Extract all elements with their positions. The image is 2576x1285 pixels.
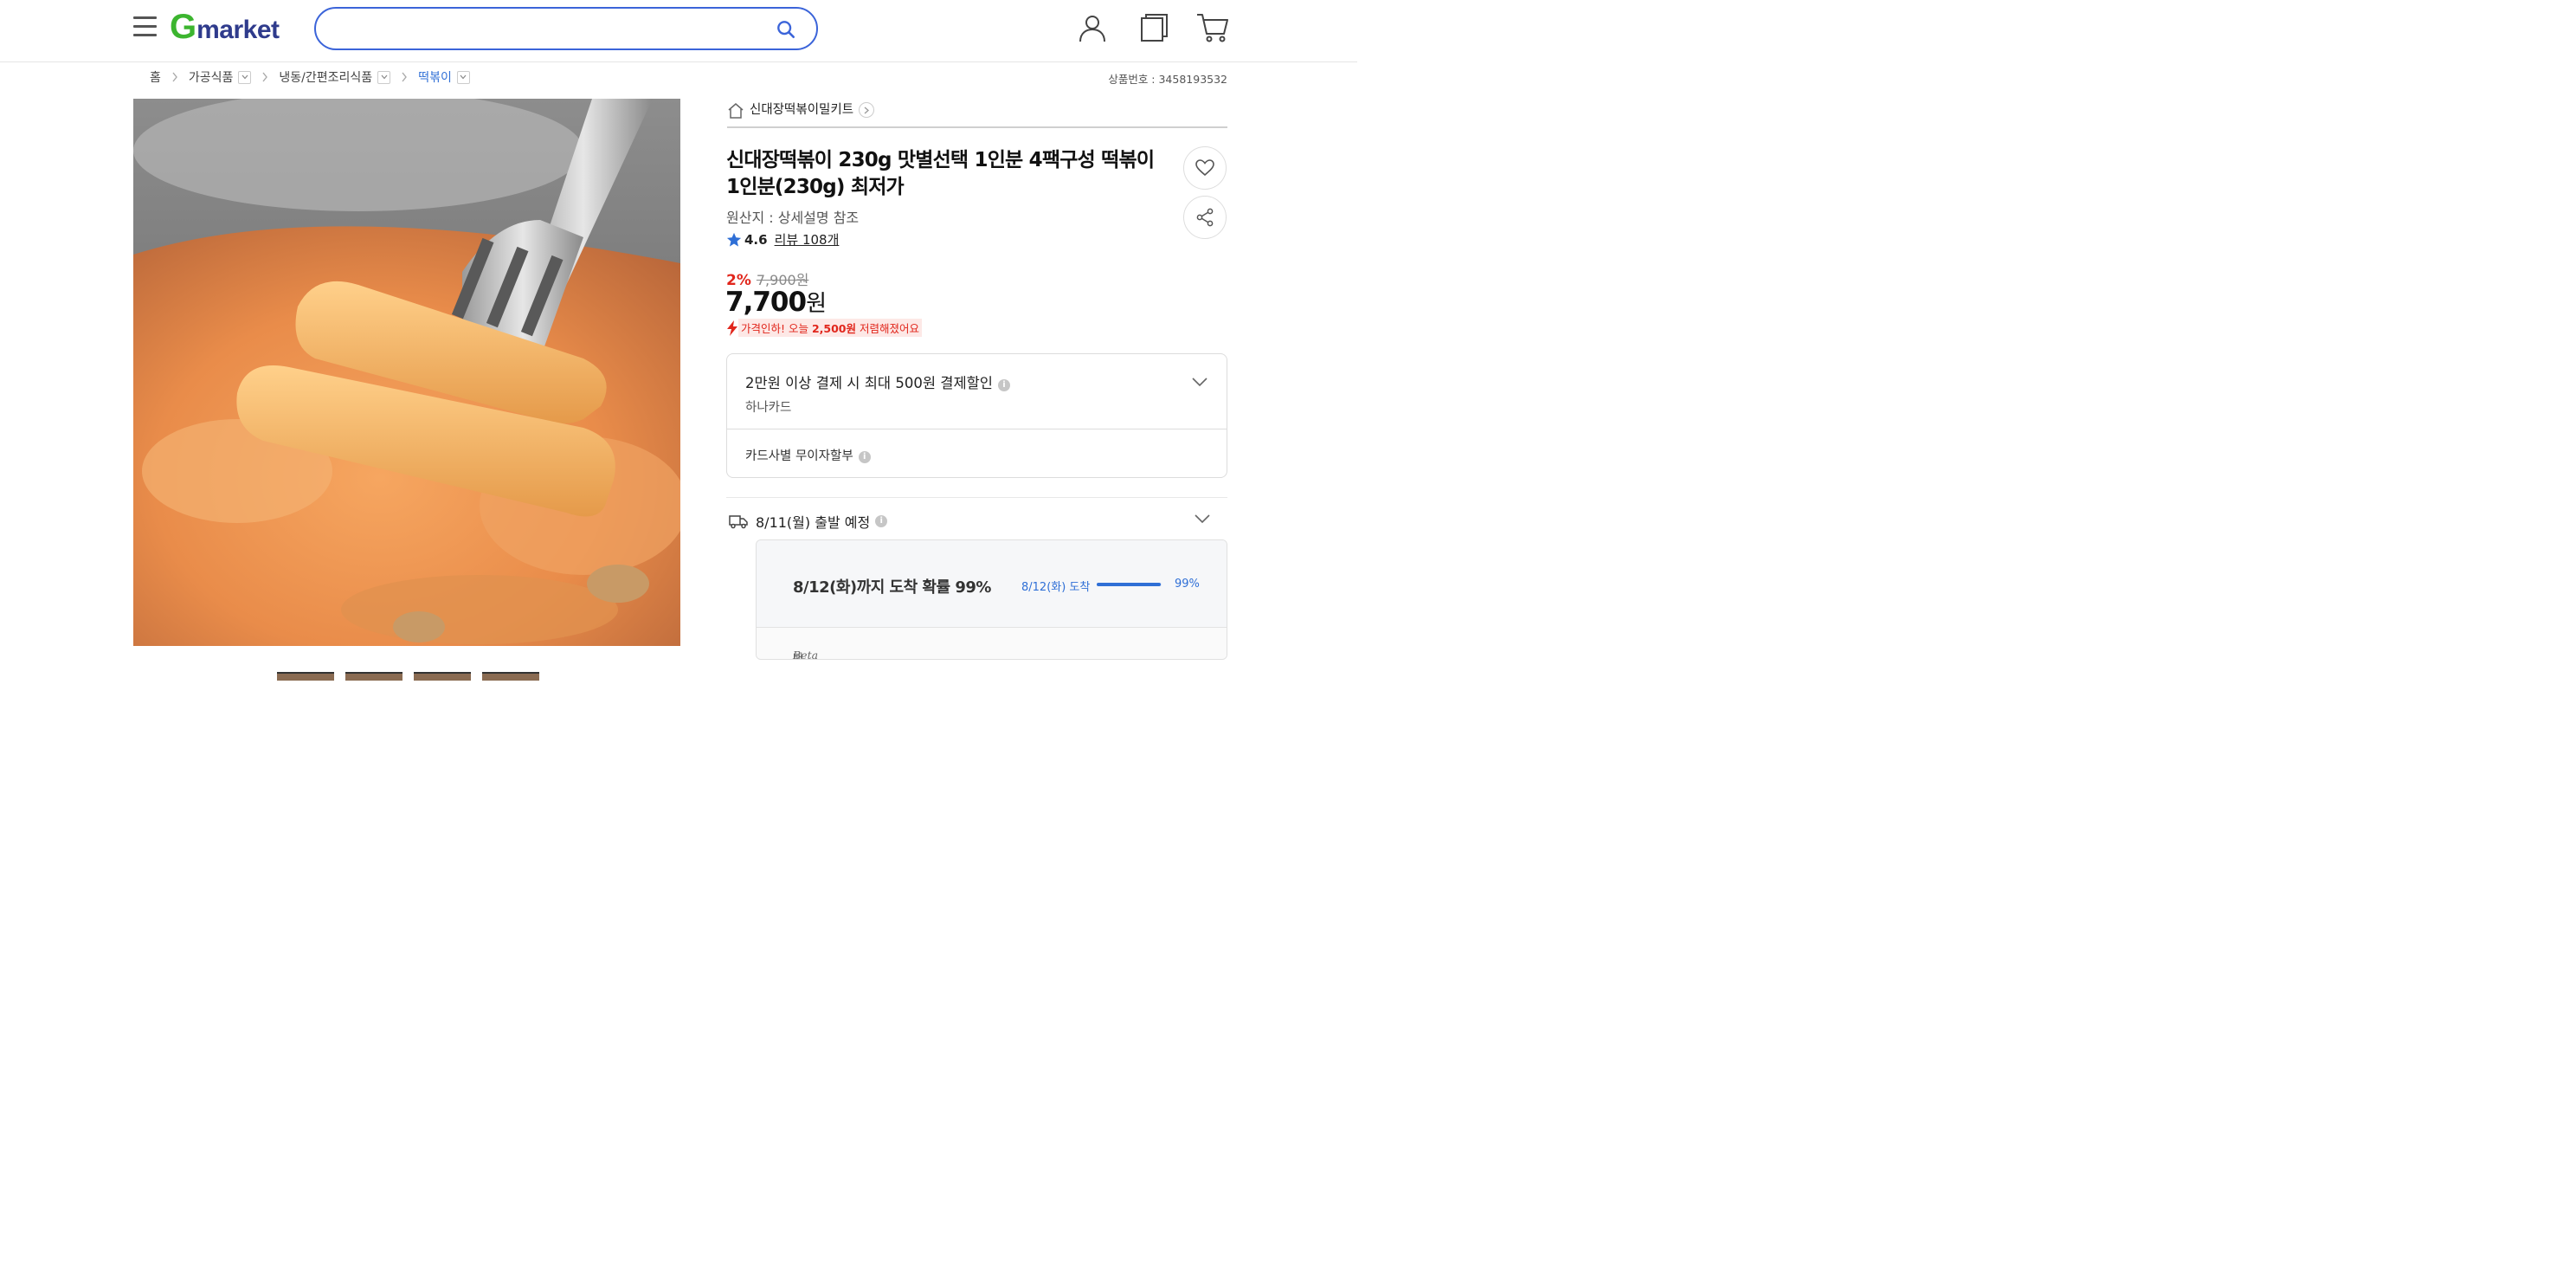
arrival-percent: 99%: [1175, 578, 1200, 591]
breadcrumb-item-current[interactable]: 떡볶이: [418, 68, 470, 86]
cart-icon[interactable]: [1196, 12, 1229, 43]
wishlist-button[interactable]: [1183, 146, 1227, 190]
arrival-title: 8/12(화)까지 도착 확률 99%: [793, 578, 991, 597]
product-origin: 원산지 : 상세설명 참조: [726, 210, 860, 226]
chevron-down-icon[interactable]: [456, 70, 470, 84]
shop-name: 신대장떡볶이밀키트: [750, 103, 854, 117]
heart-icon: [1195, 159, 1214, 177]
share-icon: [1196, 208, 1214, 227]
divider: [726, 497, 1227, 498]
chevron-right-icon: [256, 69, 274, 85]
breadcrumb-item[interactable]: 냉동/간편조리식품: [279, 68, 391, 86]
header: Gmarket: [0, 0, 1357, 62]
info-icon[interactable]: i: [875, 515, 888, 527]
breadcrumb: 홈 가공식품 냉동/간편조리식품 떡볶이: [150, 69, 470, 85]
sale-price: 7,700원: [725, 287, 827, 318]
rating-score: 4.6: [744, 231, 768, 248]
chevron-right-icon: [396, 69, 413, 85]
arrival-progress-bar: [1097, 583, 1162, 586]
card-discount-title: 2만원 이상 결제 시 최대 500원 결제할인 i: [745, 371, 1010, 392]
beta-label: Beta: [793, 649, 819, 660]
product-image[interactable]: [133, 99, 680, 646]
info-icon[interactable]: i: [997, 379, 1010, 391]
search-icon[interactable]: [776, 20, 795, 39]
lightning-icon: [727, 320, 737, 336]
breadcrumb-item[interactable]: 가공식품: [189, 68, 252, 86]
menu-icon[interactable]: [133, 16, 157, 37]
chevron-right-icon: [859, 102, 875, 118]
breadcrumb-home[interactable]: 홈: [150, 68, 161, 86]
search-input[interactable]: [314, 7, 818, 50]
thumbnail[interactable]: [414, 672, 471, 681]
info-icon[interactable]: i: [858, 451, 871, 463]
recent-icon[interactable]: [1139, 12, 1170, 43]
thumbnail[interactable]: [482, 672, 539, 681]
arrival-probability-box: 8/12(화)까지 도착 확률 99% 8/12(화) 도착 99% 배송데이터…: [756, 539, 1227, 660]
chevron-right-icon: [166, 69, 184, 85]
chevron-down-icon[interactable]: [1195, 513, 1210, 524]
arrival-progress-fill: [1097, 583, 1162, 586]
rating: 4.6 리뷰 108개: [726, 230, 839, 249]
star-icon: [726, 232, 742, 247]
thumbnail[interactable]: [277, 672, 334, 681]
shipping-note: 배송데이터 기반으로 분석한 예측 배송확률입니다. (영업일 기준, 주말/공…: [757, 627, 1227, 660]
truck-icon: [729, 515, 748, 529]
shop-link[interactable]: 신대장떡볶이밀키트: [727, 100, 1227, 128]
user-icon[interactable]: [1077, 12, 1108, 43]
installment-label: 카드사별 무이자할부 i: [745, 446, 871, 464]
chevron-down-icon[interactable]: [377, 70, 391, 84]
product-title: 신대장떡볶이 230g 맛별선택 1인분 4팩구성 떡볶이 1인분(230g) …: [726, 149, 1155, 198]
review-link[interactable]: 리뷰 108개: [775, 230, 840, 249]
card-name: 하나카드: [745, 401, 792, 415]
home-icon: [728, 103, 744, 119]
product-number: 상품번호 : 3458193532: [1108, 73, 1227, 86]
chevron-down-icon[interactable]: [1192, 377, 1208, 387]
arrival-label: 8/12(화) 도착: [1021, 581, 1091, 594]
shipping-dispatch[interactable]: 8/11(월) 출발 예정 i: [729, 511, 888, 532]
thumbnail-strip: [277, 672, 539, 681]
chevron-down-icon[interactable]: [238, 70, 252, 84]
card-benefit-box: 2만원 이상 결제 시 최대 500원 결제할인 i 하나카드 카드사별 무이자할…: [726, 353, 1227, 478]
tteokbokki-photo: [133, 99, 680, 646]
thumbnail[interactable]: [345, 672, 402, 681]
gmarket-logo[interactable]: Gmarket: [170, 10, 280, 44]
share-button[interactable]: [1183, 196, 1227, 239]
price-drop-badge: 가격인하! 오늘 2,500원 저렴해졌어요: [726, 319, 922, 337]
